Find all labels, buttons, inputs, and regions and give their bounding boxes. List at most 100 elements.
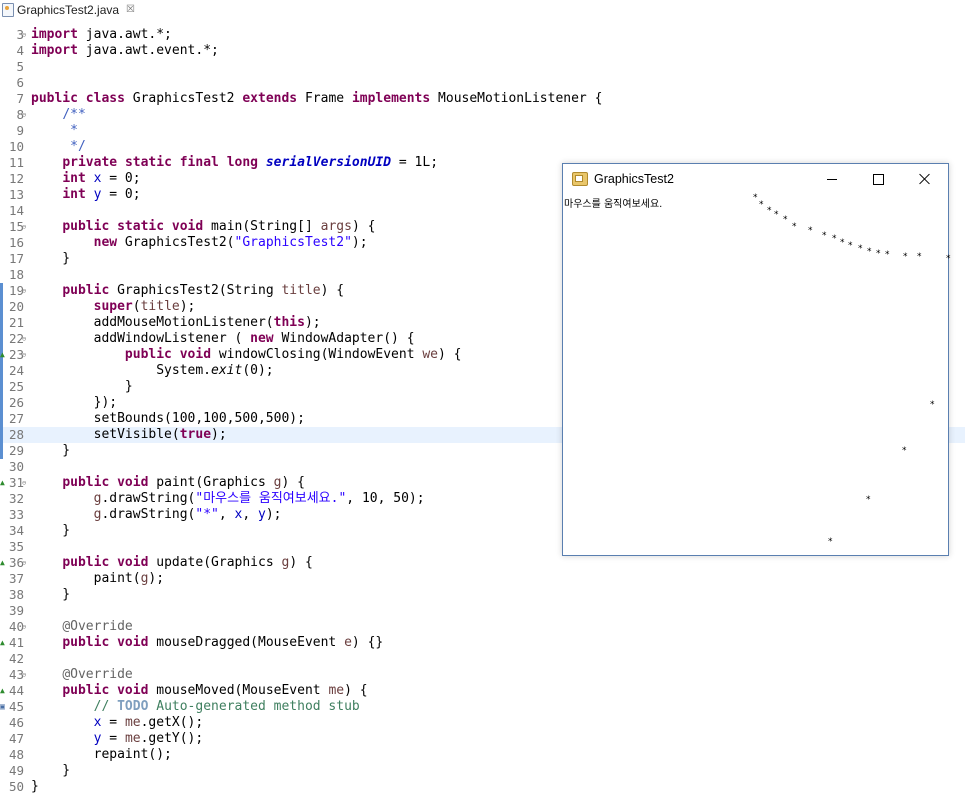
code-line[interactable]: 38 } [0,587,965,603]
code-line[interactable]: 9 * [0,123,965,139]
code-token: addMouseMotionListener( [31,315,274,330]
line-number: 40 [8,619,24,634]
code-text: private static final long serialVersionU… [31,155,438,171]
code-token: /** [62,107,86,122]
code-line[interactable]: 5 [0,59,965,75]
code-text: int x = 0; [31,171,140,187]
code-line[interactable]: ▣ 45 // TODO Auto-generated method stub [0,699,965,715]
code-token: public [62,219,110,234]
code-token: ) { [351,219,376,234]
code-text: } [31,587,70,603]
code-token: GraphicsTest2 [124,91,243,106]
code-token: void [179,347,212,362]
code-line[interactable]: 8 ⊖ /** [0,107,965,123]
fold-toggle-icon[interactable]: ⊖ [22,560,26,567]
fold-toggle-icon[interactable]: ⊖ [22,480,26,487]
code-token: me [328,683,345,698]
line-number: 17 [8,251,24,266]
line-number: 27 [8,411,24,426]
code-line[interactable]: 49 } [0,763,965,779]
fold-toggle-icon[interactable]: ⊖ [22,336,26,343]
fold-toggle-icon[interactable]: ⊖ [22,112,26,119]
drawn-star-mark: * [774,210,779,220]
code-text: /** [31,107,86,123]
line-number: 15 [8,219,24,234]
frame-canvas[interactable]: 마우스를 움직여보세요. * * * * * * * * * * * * * * * * * * * * * * [563,194,951,555]
code-line[interactable]: 10 */ [0,139,965,155]
code-token: title [281,283,321,298]
drawn-star-mark: * [767,206,772,216]
code-token: setVisible( [31,427,180,442]
code-text: System.exit(0); [31,363,273,379]
maximize-button[interactable] [855,164,901,194]
code-line[interactable]: 46 x = me.getX(); [0,715,965,731]
code-line[interactable]: 40 ⊖ @Override [0,619,965,635]
close-button[interactable] [901,164,947,194]
fold-toggle-icon[interactable]: ⊖ [22,352,26,359]
minimize-icon [827,178,837,180]
code-line[interactable]: 4 import java.awt.event.*; [0,43,965,59]
line-number: 7 [16,91,24,106]
code-token: public [62,475,110,490]
code-line[interactable]: 43 ⊖ @Override [0,667,965,683]
line-number: 42 [8,651,24,666]
tab-close-icon[interactable]: ☒ [126,4,135,15]
line-number: 37 [8,571,24,586]
code-token: int [62,187,86,202]
fold-toggle-icon[interactable]: ⊖ [22,624,26,631]
code-line[interactable]: ▲ 44 public void mouseMoved(MouseEvent me… [0,683,965,699]
code-line[interactable]: ▲ 36 ⊖ public void update(Graphics g) { [0,555,965,571]
line-number: 8 [16,107,24,122]
code-line[interactable]: 47 y = me.getY(); [0,731,965,747]
code-line[interactable]: 6 [0,75,965,91]
code-text: setBounds(100,100,500,500); [31,411,305,427]
code-text: public void paint(Graphics g) { [31,475,305,491]
fold-toggle-icon[interactable]: ⊖ [22,288,26,295]
code-token: "GraphicsTest2" [234,235,352,250]
code-line[interactable]: ▲ 41 public void mouseDragged(MouseEvent … [0,635,965,651]
editor-tab-graphicstest2-java[interactable]: GraphicsTest2.java ☒ [0,0,142,21]
code-line[interactable]: 37 paint(g); [0,571,965,587]
code-token: implements [351,91,431,106]
code-token: args [320,219,352,234]
line-number: 24 [8,363,24,378]
frame-message: 마우스를 움직여보세요. [564,199,663,210]
code-text: @Override [31,619,132,635]
fold-toggle-icon[interactable]: ⊖ [22,32,26,39]
drawn-star-mark: * [930,400,935,410]
code-line[interactable]: 7 public class GraphicsTest2 extends Fram… [0,91,965,107]
fold-toggle-icon[interactable]: ⊖ [22,224,26,231]
code-line[interactable]: 42 [0,651,965,667]
code-text: // TODO Auto-generated method stub [31,699,360,715]
line-number: 49 [8,763,24,778]
line-number: 16 [8,235,24,250]
minimize-button[interactable] [809,164,855,194]
code-token: , 10, 50); [346,491,425,506]
code-line[interactable]: 3 ⊖ import java.awt.*; [0,27,965,43]
code-token: main(String[] [203,219,321,234]
frame-title-bar[interactable]: GraphicsTest2 [563,164,948,194]
code-text: paint(g); [31,571,164,587]
code-token: setBounds(100,100,500,500); [31,411,305,426]
line-number: 25 [8,379,24,394]
code-line[interactable]: 50} [0,779,965,795]
code-token: y [258,507,266,522]
code-text: g.drawString("마우스를 움직여보세요.", 10, 50); [31,491,425,507]
graphicstest2-frame-window[interactable]: GraphicsTest2 마우스를 움직여보세요. * * * * * * * * * * * * *… [562,163,951,556]
code-line[interactable]: 48 repaint(); [0,747,965,763]
code-token: ) { [289,555,313,570]
code-token: public [62,635,110,650]
code-text: @Override [31,667,132,683]
code-text: super(title); [31,299,196,315]
code-token: paint( [31,571,141,586]
code-token: Auto-generated method stub [148,699,360,714]
code-text: public void update(Graphics g) { [31,555,313,571]
fold-toggle-icon[interactable]: ⊖ [22,672,26,679]
code-line[interactable]: 39 [0,603,965,619]
